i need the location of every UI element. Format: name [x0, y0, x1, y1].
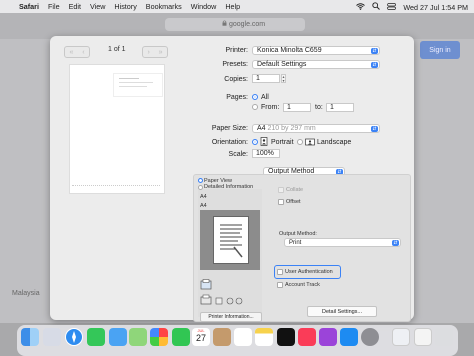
chevron-updown-icon: ⇵	[392, 240, 399, 246]
chevron-updown-icon: ⇵	[371, 48, 378, 54]
menu-safari[interactable]: Safari	[19, 2, 39, 11]
footer-country: Malaysia	[12, 290, 40, 297]
sign-in-button[interactable]: Sign in	[420, 41, 460, 59]
settings-icon[interactable]	[361, 328, 379, 346]
output-method-select[interactable]: Print ⇵	[284, 238, 401, 247]
detailed-info-label: Detailed Information	[204, 184, 254, 190]
printer-label: Printer:	[225, 47, 248, 54]
lock-icon	[222, 20, 229, 28]
landscape-radio[interactable]	[297, 139, 303, 145]
chevron-updown-icon: ⇵	[371, 126, 378, 132]
messages-icon[interactable]	[87, 328, 105, 346]
mail-icon[interactable]	[109, 328, 127, 346]
account-track-checkbox[interactable]	[277, 282, 283, 288]
printer-information-button[interactable]: Printer Information...	[200, 312, 262, 322]
paper-size-a4-2: A4	[200, 203, 207, 209]
prev-page-icon: ‹	[82, 48, 85, 56]
account-track-label: Account Track	[285, 282, 320, 288]
launchpad-icon[interactable]	[43, 328, 61, 346]
menubar-clock[interactable]: Wed 27 Jul 1:54 PM	[403, 3, 468, 12]
finder-icon[interactable]	[21, 328, 39, 346]
pages-from-label: From:	[261, 104, 280, 111]
presets-select[interactable]: Default Settings ⇵	[252, 60, 380, 69]
paper-size-label: Paper Size:	[211, 125, 248, 132]
music-icon[interactable]	[298, 328, 316, 346]
pages-label: Pages:	[226, 94, 248, 101]
safari-icon[interactable]	[65, 328, 83, 346]
page-count: 1 of 1	[108, 46, 126, 53]
pages-all-label: All	[261, 94, 269, 101]
copies-label: Copies:	[224, 76, 248, 83]
paper-view-radio[interactable]	[198, 178, 203, 183]
calendar-icon[interactable]: JUL 27	[192, 328, 210, 346]
menu-edit[interactable]: Edit	[69, 2, 81, 11]
preview-content-block	[113, 73, 163, 97]
menu-help[interactable]: Help	[225, 2, 240, 11]
tv-icon[interactable]	[277, 328, 295, 346]
contacts-icon[interactable]	[213, 328, 231, 346]
pages-to-label: to:	[315, 104, 323, 111]
paper-thumbnail	[213, 216, 249, 264]
output-method-label: Output Method:	[279, 231, 317, 237]
notes-icon[interactable]	[255, 328, 273, 346]
detailed-info-radio[interactable]	[198, 185, 203, 190]
menu-history[interactable]: History	[114, 2, 136, 11]
printer-tray-icon	[200, 279, 213, 293]
wifi-icon[interactable]	[356, 2, 366, 12]
portrait-icon	[260, 137, 269, 149]
copies-field[interactable]: 1	[252, 74, 280, 83]
portrait-radio[interactable]	[252, 139, 258, 145]
scale-label: Scale:	[228, 151, 248, 158]
finisher-icon	[215, 296, 245, 308]
trash-icon[interactable]	[435, 328, 453, 346]
menu-bar: Safari File Edit View History Bookmarks …	[0, 0, 474, 13]
to-field[interactable]: 1	[326, 103, 354, 112]
control-center-icon[interactable]	[387, 2, 397, 12]
pages-all-radio[interactable]	[252, 94, 258, 100]
printer-device-icon	[200, 294, 212, 308]
landscape-label: Landscape	[317, 139, 352, 146]
user-authentication-checkbox[interactable]	[277, 269, 283, 275]
menu-file[interactable]: File	[48, 2, 60, 11]
presets-label: Presets:	[222, 61, 248, 68]
first-page-icon: «	[69, 48, 74, 56]
search-icon[interactable]	[372, 2, 381, 12]
maps-icon[interactable]	[129, 328, 147, 346]
facetime-icon[interactable]	[172, 328, 190, 346]
pages-range-radio[interactable]	[252, 104, 258, 110]
user-authentication-label: User Authentication	[285, 269, 333, 275]
collate-checkbox[interactable]	[278, 187, 284, 193]
menu-bookmarks[interactable]: Bookmarks	[146, 2, 182, 11]
preview-icon[interactable]	[392, 328, 410, 346]
menu-view[interactable]: View	[90, 2, 105, 11]
offset-checkbox[interactable]	[278, 199, 284, 205]
paper-size-a4-1: A4	[200, 194, 207, 200]
menu-window[interactable]: Window	[191, 2, 217, 11]
next-page-icon: ›	[147, 48, 150, 56]
next-last-page-button[interactable]: ›»	[142, 46, 168, 58]
scale-field[interactable]: 100%	[252, 149, 280, 158]
document-icon[interactable]	[414, 328, 432, 346]
podcasts-icon[interactable]	[319, 328, 337, 346]
portrait-label: Portrait	[271, 139, 294, 146]
last-page-icon: »	[158, 48, 163, 56]
preview-footer	[72, 185, 160, 187]
reminders-icon[interactable]	[234, 328, 252, 346]
printer-select[interactable]: Konica Minolta C659 ⇵	[252, 46, 380, 55]
landscape-icon	[305, 138, 316, 148]
copies-stepper[interactable]: ▴ ▾	[281, 74, 286, 83]
url-text: google.com	[222, 20, 265, 28]
paper-size-select[interactable]: A4 210 by 297 mm ⇵	[252, 124, 380, 133]
photos-icon[interactable]	[150, 328, 168, 346]
chevron-updown-icon: ⇵	[371, 62, 378, 68]
calendar-day: 27	[195, 333, 206, 343]
detail-settings-button[interactable]: Detail Settings...	[307, 306, 377, 317]
offset-label: Offset	[286, 199, 301, 205]
appstore-icon[interactable]	[340, 328, 358, 346]
from-field[interactable]: 1	[283, 103, 311, 112]
collate-label: Collate	[286, 187, 304, 193]
orientation-label: Orientation:	[211, 139, 248, 146]
first-prev-page-button[interactable]: «‹	[64, 46, 90, 58]
